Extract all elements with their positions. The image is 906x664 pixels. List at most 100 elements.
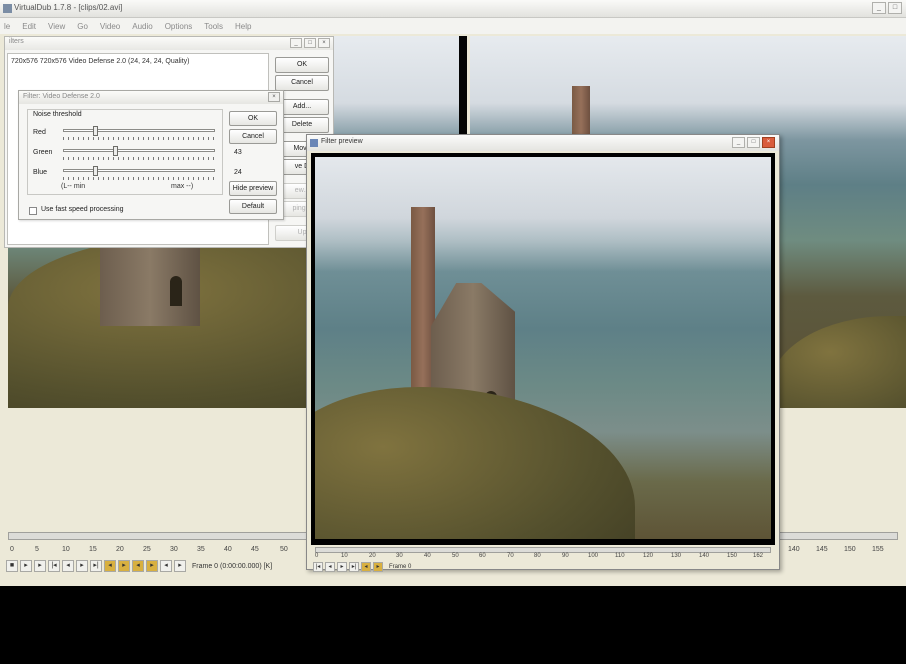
list-item[interactable]: 720x576 720x576 Video Defense 2.0 (24, 2…	[11, 58, 190, 65]
tick: 5	[35, 546, 39, 553]
tick: 150	[844, 546, 856, 553]
tick: 30	[396, 553, 403, 559]
video-defense-title-bar[interactable]: Filter: Video Defense 2.0 ×	[19, 91, 283, 104]
step-forward-icon[interactable]: ▸	[76, 560, 88, 572]
preview-app-icon	[310, 139, 318, 147]
noise-threshold-label: Noise threshold	[31, 111, 84, 118]
maximize-icon[interactable]: □	[304, 38, 316, 48]
blue-slider-thumb[interactable]	[93, 166, 98, 176]
main-title-bar[interactable]: VirtualDub 1.7.8 - [clips/02.avi] _ □	[0, 0, 906, 18]
tick: 40	[224, 546, 232, 553]
app-icon	[3, 4, 12, 13]
video-defense-dialog: Filter: Video Defense 2.0 × Noise thresh…	[18, 90, 284, 220]
green-slider-thumb[interactable]	[113, 146, 118, 156]
red-slider-thumb[interactable]	[93, 126, 98, 136]
mark-in-icon[interactable]: ◂	[160, 560, 172, 572]
go-start-icon[interactable]: |◂	[48, 560, 60, 572]
play-output-icon[interactable]: ▸	[34, 560, 46, 572]
range-max-label: max --)	[171, 183, 194, 190]
tick: 100	[588, 553, 599, 559]
main-window-title: VirtualDub 1.7.8 - [clips/02.avi]	[14, 3, 123, 12]
tick: 10	[341, 553, 348, 559]
tick: 140	[699, 553, 710, 559]
green-value: 43	[234, 149, 242, 156]
stop-icon[interactable]: ■	[6, 560, 18, 572]
tick: 130	[671, 553, 682, 559]
tick: 10	[62, 546, 70, 553]
menu-view[interactable]: View	[48, 22, 65, 31]
green-label: Green	[33, 149, 53, 156]
go-end-icon[interactable]: ▸|	[90, 560, 102, 572]
preview-frame-indicator: Frame 0	[389, 564, 412, 570]
tick: 20	[369, 553, 376, 559]
tick: 70	[507, 553, 514, 559]
preview-title-bar[interactable]: Filter preview _ □ ×	[307, 135, 779, 151]
tick: 0	[10, 546, 14, 553]
fast-speed-label: Use fast speed processing	[41, 206, 124, 213]
preview-image	[315, 157, 771, 539]
maximize-icon[interactable]: □	[888, 2, 902, 14]
minimize-icon[interactable]: _	[290, 38, 302, 48]
noise-threshold-group	[27, 109, 223, 195]
menu-edit[interactable]: Edit	[22, 22, 36, 31]
cancel-button[interactable]: Cancel	[229, 129, 277, 144]
step-back-icon[interactable]: ◂	[325, 562, 335, 572]
menu-video[interactable]: Video	[100, 22, 120, 31]
hide-preview-button[interactable]: Hide preview	[229, 181, 277, 196]
menu-tools[interactable]: Tools	[204, 22, 223, 31]
red-label: Red	[33, 129, 46, 136]
maximize-icon[interactable]: □	[747, 137, 760, 148]
red-slider-ticks	[63, 137, 215, 140]
scene-next-icon[interactable]: ▸	[146, 560, 158, 572]
blue-slider[interactable]	[63, 166, 215, 176]
step-back-icon[interactable]: ◂	[62, 560, 74, 572]
tick: 140	[788, 546, 800, 553]
blue-label: Blue	[33, 169, 48, 176]
tick: 90	[562, 553, 569, 559]
ok-button[interactable]: OK	[275, 57, 329, 73]
tick: 40	[424, 553, 431, 559]
blue-slider-ticks	[63, 177, 215, 180]
tick: 35	[197, 546, 205, 553]
menu-file[interactable]: le	[4, 22, 10, 31]
step-forward-icon[interactable]: ▸	[337, 562, 347, 572]
blue-value: 24	[234, 169, 242, 176]
tick: 50	[452, 553, 459, 559]
key-prev-icon[interactable]: ◂	[361, 562, 371, 572]
close-icon[interactable]: ×	[318, 38, 330, 48]
scene-prev-icon[interactable]: ◂	[132, 560, 144, 572]
menu-options[interactable]: Options	[165, 22, 193, 31]
close-icon[interactable]: ×	[762, 137, 775, 148]
tick: 0	[315, 553, 319, 559]
menu-audio[interactable]: Audio	[132, 22, 152, 31]
main-frame-indicator: Frame 0 (0:00:00.000) [K]	[192, 562, 273, 570]
close-icon[interactable]: ×	[268, 92, 280, 102]
ok-button[interactable]: OK	[229, 111, 277, 126]
cancel-button[interactable]: Cancel	[275, 75, 329, 91]
menu-bar: le Edit View Go Video Audio Options Tool…	[0, 18, 906, 34]
tick: 30	[170, 546, 178, 553]
red-slider[interactable]	[63, 126, 215, 136]
green-slider[interactable]	[63, 146, 215, 156]
go-end-icon[interactable]: ▸|	[349, 562, 359, 572]
tick: 20	[116, 546, 124, 553]
menu-help[interactable]: Help	[235, 22, 251, 31]
filters-title-bar[interactable]: ilters _ □ ×	[5, 37, 333, 50]
minimize-icon[interactable]: _	[732, 137, 745, 148]
preview-playback-toolbar: |◂ ◂ ▸ ▸| ◂ ▸ Frame 0	[313, 561, 613, 573]
filters-title: ilters	[9, 38, 24, 45]
fast-speed-checkbox[interactable]	[29, 207, 37, 215]
key-prev-icon[interactable]: ◂	[104, 560, 116, 572]
mark-out-icon[interactable]: ▸	[174, 560, 186, 572]
key-next-icon[interactable]: ▸	[373, 562, 383, 572]
menu-go[interactable]: Go	[77, 22, 88, 31]
key-next-icon[interactable]: ▸	[118, 560, 130, 572]
go-start-icon[interactable]: |◂	[313, 562, 323, 572]
tick: 145	[816, 546, 828, 553]
tick: 80	[534, 553, 541, 559]
minimize-icon[interactable]: _	[872, 2, 886, 14]
preview-title: Filter preview	[321, 138, 363, 145]
play-input-icon[interactable]: ▸	[20, 560, 32, 572]
filter-preview-window: Filter preview _ □ × 0 10 20 30 40 50 60…	[306, 134, 780, 573]
default-button[interactable]: Default	[229, 199, 277, 214]
